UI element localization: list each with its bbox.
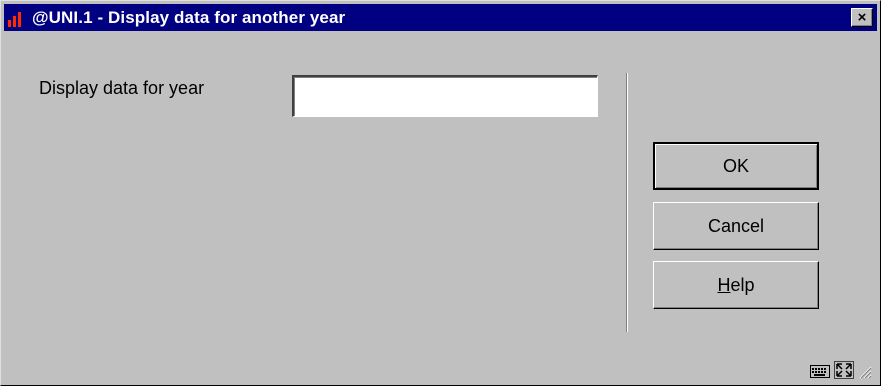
year-label: Display data for year [39, 78, 205, 98]
ok-button-label: OK [722, 155, 749, 176]
size-grip-icon[interactable] [858, 365, 872, 379]
help-button[interactable]: Help [653, 261, 819, 309]
cancel-button-label: Cancel [707, 215, 765, 236]
dialog-window: @UNI.1 - Display data for another year ×… [0, 0, 881, 386]
year-input[interactable] [292, 75, 598, 117]
close-icon: × [857, 9, 867, 26]
cancel-button[interactable]: Cancel [653, 202, 819, 250]
close-button[interactable]: × [851, 8, 873, 27]
resize-icon[interactable] [834, 361, 854, 379]
window-title: @UNI.1 - Display data for another year [32, 7, 346, 27]
ok-button[interactable]: OK [653, 142, 819, 190]
status-icons [810, 361, 872, 379]
bar-chart-icon [8, 9, 28, 27]
vertical-divider [626, 73, 628, 332]
help-button-label: Help [717, 274, 755, 295]
title-bar[interactable]: @UNI.1 - Display data for another year × [4, 4, 877, 31]
keyboard-icon[interactable] [810, 363, 830, 379]
